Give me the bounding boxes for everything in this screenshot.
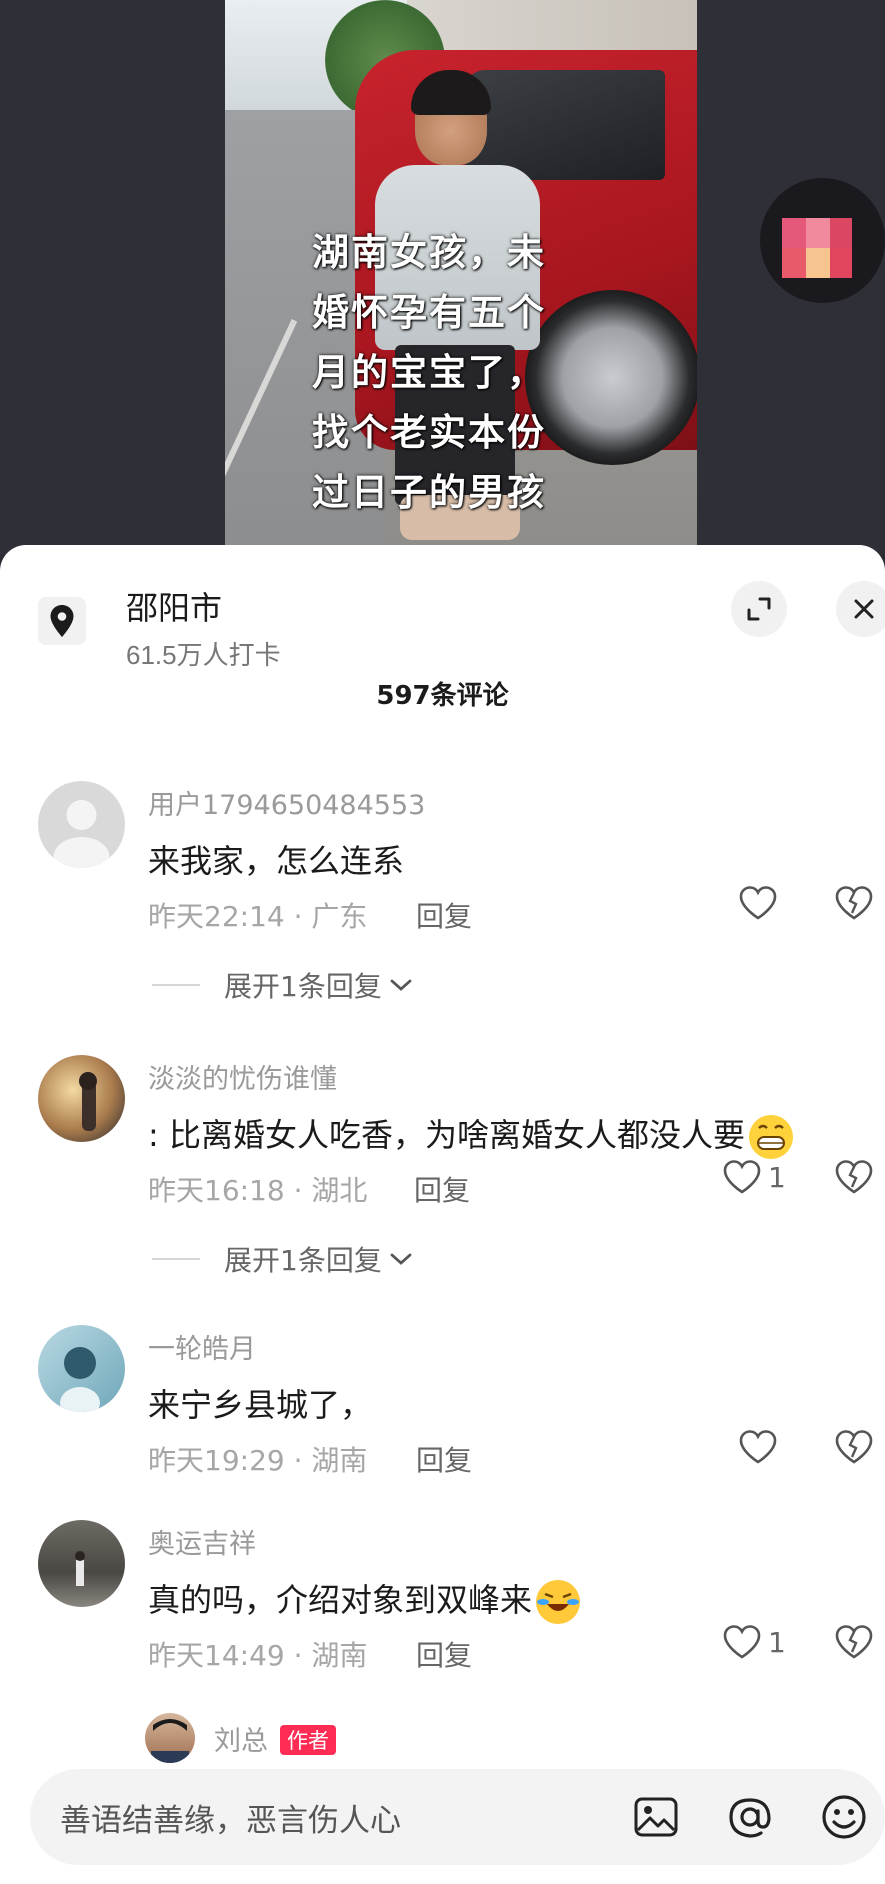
heart-outline-icon <box>739 886 777 920</box>
comment-text: 真的吗，介绍对象到双峰来 <box>148 1575 581 1624</box>
avatar[interactable] <box>38 781 125 868</box>
comment-meta: 昨天16:18 · 湖北 <box>148 1174 368 1207</box>
avatar[interactable] <box>38 1520 125 1607</box>
comment-username[interactable]: 淡淡的忧伤谁懂 <box>148 1057 337 1096</box>
heart-outline-icon <box>739 1430 777 1464</box>
like-button[interactable] <box>738 885 784 921</box>
expand-replies-label: 展开1条回复 <box>224 1244 382 1277</box>
expand-button[interactable] <box>731 581 787 637</box>
avatar[interactable] <box>38 1055 125 1142</box>
comments-count: 597条评论 <box>376 681 509 711</box>
video-caption: 湖南女孩，未 婚怀孕有五个 月的宝宝了， 找个老实本份 过日子的男孩 <box>312 230 546 514</box>
at-icon[interactable] <box>724 1791 776 1843</box>
location-pin-icon[interactable] <box>38 597 86 645</box>
broken-heart-icon <box>835 1430 873 1464</box>
comment-sheet: 邵阳市 61.5万人打卡 597条评论 用户1794650484553 来我家，… <box>0 545 885 1884</box>
divider <box>152 984 200 986</box>
heart-outline-icon <box>723 1625 761 1659</box>
reply-button[interactable]: 回复 <box>414 1169 470 1209</box>
comment-meta: 昨天14:49 · 湖南 <box>148 1639 368 1672</box>
crying-laughing-emoji-icon <box>536 1580 581 1624</box>
comment-username[interactable]: 一轮皓月 <box>148 1327 256 1366</box>
comment-input[interactable]: 善语结善缘，恶言伤人心 <box>60 1795 401 1840</box>
divider <box>152 1258 200 1260</box>
comment-text: 来宁乡县城了， <box>148 1386 373 1424</box>
dislike-button[interactable] <box>834 885 874 925</box>
broken-heart-icon <box>835 1625 873 1659</box>
like-button[interactable]: 1 <box>722 1624 786 1660</box>
comment-text: : 比离婚女人吃香，为啥离婚女人都没人要 <box>148 1110 793 1159</box>
location-name[interactable]: 邵阳市 <box>126 583 222 629</box>
mosaic-avatar-image <box>782 218 852 278</box>
video-player[interactable]: 湖南女孩，未 婚怀孕有五个 月的宝宝了， 找个老实本份 过日子的男孩 <box>0 0 885 555</box>
reply-button[interactable]: 回复 <box>416 895 472 935</box>
chevron-down-icon <box>390 1253 412 1265</box>
dislike-button[interactable] <box>834 1429 874 1469</box>
expand-replies-label: 展开1条回复 <box>224 970 382 1003</box>
chevron-down-icon <box>390 979 412 991</box>
close-icon <box>854 599 874 619</box>
comment-username[interactable]: 刘总 作者 <box>214 1719 336 1758</box>
creator-avatar[interactable] <box>760 178 885 303</box>
broken-heart-icon <box>835 1160 873 1194</box>
video-car-window <box>465 70 665 180</box>
dislike-button[interactable] <box>834 1624 874 1664</box>
comment-text: 来我家，怎么连系 <box>148 842 405 880</box>
expand-replies-button[interactable]: 展开1条回复 <box>152 965 414 1005</box>
broken-heart-icon <box>835 886 873 920</box>
expand-icon <box>747 597 771 621</box>
like-count: 1 <box>768 1625 786 1659</box>
grinning-emoji-icon <box>748 1115 793 1159</box>
avatar[interactable] <box>38 1325 125 1412</box>
expand-replies-button[interactable]: 展开1条回复 <box>152 1239 414 1279</box>
comment-username[interactable]: 奥运吉祥 <box>148 1522 256 1561</box>
comment-input-bar[interactable]: 善语结善缘，恶言伤人心 <box>30 1769 885 1865</box>
like-count: 1 <box>768 1160 786 1194</box>
emoji-icon[interactable] <box>818 1791 870 1843</box>
author-badge: 作者 <box>280 1725 336 1755</box>
comment-meta: 昨天22:14 · 广东 <box>148 900 368 933</box>
dislike-button[interactable] <box>834 1159 874 1199</box>
comment-username[interactable]: 用户1794650484553 <box>148 783 425 822</box>
heart-outline-icon <box>723 1160 761 1194</box>
image-icon[interactable] <box>630 1791 682 1843</box>
reply-button[interactable]: 回复 <box>416 1634 472 1674</box>
like-button[interactable] <box>738 1429 784 1465</box>
reply-button[interactable]: 回复 <box>416 1439 472 1479</box>
comment-meta: 昨天19:29 · 湖南 <box>148 1444 368 1477</box>
avatar[interactable] <box>145 1713 195 1763</box>
like-button[interactable]: 1 <box>722 1159 786 1195</box>
location-checkins: 61.5万人打卡 <box>126 640 281 670</box>
close-button[interactable] <box>836 581 885 637</box>
